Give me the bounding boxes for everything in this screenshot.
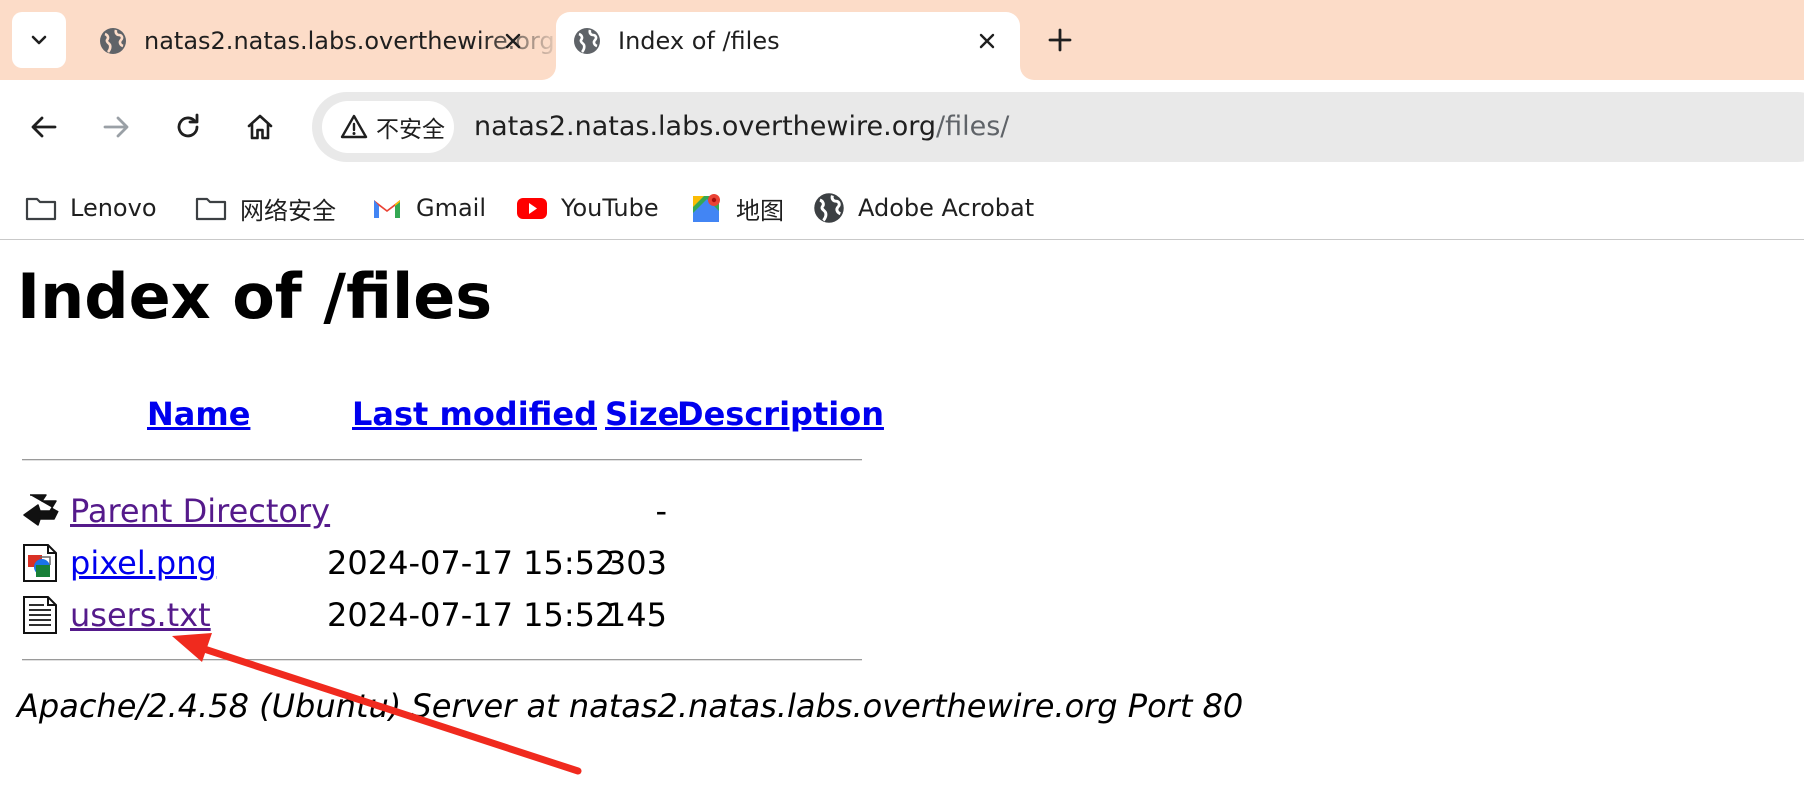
file-link-pixel-png[interactable]: pixel.png bbox=[70, 541, 217, 585]
file-link-parent-directory[interactable]: Parent Directory bbox=[70, 489, 330, 533]
home-button[interactable] bbox=[237, 104, 283, 150]
image-file-icon bbox=[23, 544, 57, 582]
bookmark-label: 网络安全 bbox=[240, 196, 336, 225]
file-modified: 2024-07-17 15:52 bbox=[327, 596, 616, 634]
close-icon[interactable] bbox=[500, 28, 526, 54]
divider bbox=[22, 659, 862, 661]
url-host: natas2.natas.labs.overthewire.org bbox=[474, 111, 936, 142]
bookmark-network-security[interactable]: 网络安全 bbox=[194, 188, 336, 228]
home-icon bbox=[247, 114, 273, 140]
gmail-icon bbox=[374, 200, 400, 218]
divider bbox=[22, 459, 862, 461]
arrow-left-icon bbox=[31, 116, 57, 138]
page-content: Index of /files Name Last modified Size … bbox=[0, 241, 1804, 808]
bookmark-label: Lenovo bbox=[70, 194, 157, 222]
table-row: Parent Directory - bbox=[0, 489, 900, 535]
bookmark-youtube[interactable]: YouTube bbox=[515, 188, 659, 228]
file-modified: 2024-07-17 15:52 bbox=[327, 544, 616, 582]
file-size: - bbox=[655, 492, 667, 530]
reload-button[interactable] bbox=[165, 104, 211, 150]
bookmark-label: Adobe Acrobat bbox=[858, 194, 1035, 222]
youtube-icon bbox=[517, 198, 547, 219]
back-button[interactable] bbox=[21, 104, 67, 150]
back-folder-icon bbox=[23, 494, 59, 526]
tab-search-button[interactable] bbox=[12, 12, 66, 68]
folder-icon bbox=[25, 197, 57, 221]
tab-natas2[interactable]: natas2.natas.labs.overthewire.org bbox=[82, 12, 555, 80]
browser-toolbar: 不安全 natas2.natas.labs.overthewire.org/fi… bbox=[0, 80, 1804, 178]
page-title: Index of /files bbox=[17, 260, 493, 333]
globe-icon bbox=[814, 193, 844, 223]
arrow-right-icon bbox=[103, 116, 129, 138]
globe-icon bbox=[100, 28, 126, 54]
url-path: /files/ bbox=[935, 111, 1010, 142]
bookmark-gmail[interactable]: Gmail bbox=[370, 188, 486, 228]
bookmark-lenovo[interactable]: Lenovo bbox=[24, 188, 157, 228]
security-label: 不安全 bbox=[376, 117, 445, 143]
globe-icon bbox=[574, 28, 600, 54]
maps-icon bbox=[693, 194, 720, 222]
chevron-down-icon bbox=[31, 35, 47, 45]
bookmark-label: 地图 bbox=[736, 196, 784, 225]
bookmark-adobe-acrobat[interactable]: Adobe Acrobat bbox=[812, 188, 1034, 228]
close-icon[interactable] bbox=[974, 28, 1000, 54]
bookmark-maps[interactable]: 地图 bbox=[690, 188, 784, 228]
server-signature: Apache/2.4.58 (Ubuntu) Server at natas2.… bbox=[17, 687, 1244, 725]
bookmark-label: Gmail bbox=[416, 194, 487, 222]
file-size: 145 bbox=[605, 596, 667, 634]
warning-icon bbox=[340, 114, 368, 139]
bookmarks-bar: Lenovo 网络安全 Gmail YouTube 地图 Adobe Acrob… bbox=[0, 178, 1804, 240]
file-link-users-txt[interactable]: users.txt bbox=[70, 593, 211, 637]
tab-strip: natas2.natas.labs.overthewire.org Index … bbox=[0, 0, 1804, 80]
security-chip[interactable]: 不安全 bbox=[322, 101, 454, 153]
url-text[interactable]: natas2.natas.labs.overthewire.org/files/ bbox=[474, 110, 1009, 144]
column-header-size[interactable]: Size bbox=[605, 395, 679, 433]
column-header-last-modified[interactable]: Last modified bbox=[352, 395, 597, 433]
text-file-icon bbox=[23, 596, 57, 634]
column-header-name[interactable]: Name bbox=[147, 395, 250, 433]
bookmark-label: YouTube bbox=[561, 194, 659, 222]
tab-title: Index of /files bbox=[618, 27, 780, 55]
forward-button[interactable] bbox=[93, 104, 139, 150]
tab-index-of-files[interactable]: Index of /files bbox=[556, 12, 1020, 80]
reload-icon bbox=[177, 113, 199, 138]
new-tab-button[interactable] bbox=[1042, 22, 1078, 58]
folder-icon bbox=[195, 197, 227, 221]
address-bar[interactable]: 不安全 natas2.natas.labs.overthewire.org/fi… bbox=[312, 92, 1804, 162]
table-row: users.txt 2024-07-17 15:52 145 bbox=[0, 593, 900, 639]
plus-icon bbox=[1048, 28, 1072, 52]
table-row: pixel.png 2024-07-17 15:52 303 bbox=[0, 541, 900, 587]
file-size: 303 bbox=[605, 544, 667, 582]
column-header-description[interactable]: Description bbox=[677, 395, 884, 433]
